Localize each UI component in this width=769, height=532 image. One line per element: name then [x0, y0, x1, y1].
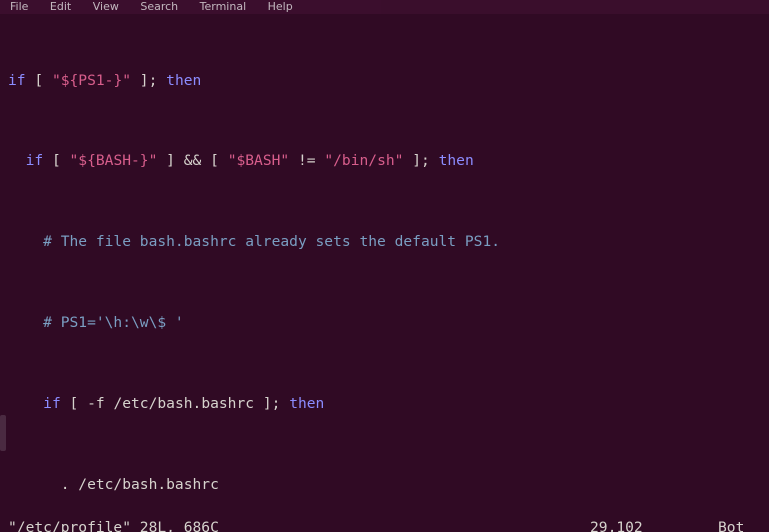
status-scroll: Bot: [718, 519, 745, 532]
code-line: . /etc/bash.bashrc: [8, 475, 219, 493]
code-line-comment: # PS1='\h:\w\$ ': [8, 314, 184, 331]
code-line-comment: # The file bash.bashrc already sets the …: [8, 233, 501, 251]
terminal-window: File Edit View Search Terminal Help if […: [0, 0, 769, 532]
editor-buffer[interactable]: if [ "${PS1-}" ]; then if [ "${BASH-}" ]…: [0, 10, 769, 522]
scrollbar-thumb[interactable]: [0, 415, 6, 451]
status-bar: "/etc/profile" 28L, 686C 29,102 Bot: [0, 518, 769, 532]
code-line: if [ -f /etc/bash.bashrc ]; then: [43, 394, 325, 412]
status-position: 29,102: [590, 519, 643, 532]
code-line: if [ "${BASH-}" ] && [ "$BASH" != "/bin/…: [25, 152, 474, 170]
code-line: if [ "${PS1-}" ]; then: [8, 71, 202, 89]
status-file: "/etc/profile" 28L, 686C: [8, 519, 219, 532]
